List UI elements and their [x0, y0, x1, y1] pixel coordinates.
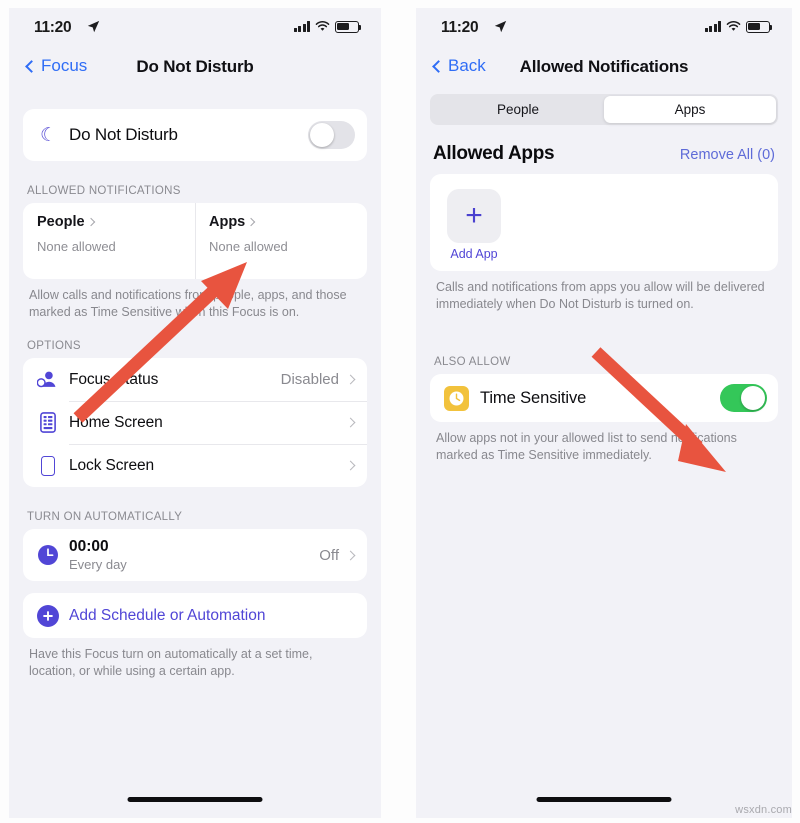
- status-time: 11:20: [441, 19, 479, 36]
- status-indicators: [293, 21, 362, 33]
- people-cell-subtitle: None allowed: [37, 239, 116, 254]
- lock-screen-icon: [37, 455, 59, 477]
- cellular-bars-icon: [293, 21, 310, 33]
- location-arrow-icon: [87, 20, 100, 38]
- add-app-label: Add App: [450, 247, 498, 261]
- left-nav-bar: Focus Do Not Disturb: [9, 48, 381, 92]
- turn-on-automatically-footnote: Have this Focus turn on automatically at…: [29, 647, 313, 678]
- allowed-apps-header: Allowed Apps Remove All (0): [416, 125, 792, 174]
- status-indicators: [704, 21, 773, 33]
- lock-screen-label: Lock Screen: [69, 456, 155, 474]
- apps-cell-subtitle: None allowed: [209, 239, 288, 254]
- time-sensitive-row[interactable]: Time Sensitive: [430, 374, 778, 422]
- add-schedule-card: Add Schedule or Automation: [23, 593, 367, 638]
- dnd-toggle-card: ☾ Do Not Disturb: [23, 109, 367, 161]
- focus-status-person-icon: [37, 369, 59, 391]
- also-allow-card: Time Sensitive: [430, 374, 778, 422]
- also-allow-footnote: Allow apps not in your allowed list to s…: [436, 431, 737, 462]
- status-time: 11:20: [34, 19, 72, 36]
- page-title: Do Not Disturb: [136, 57, 254, 76]
- home-screen-row[interactable]: Home Screen: [23, 401, 367, 444]
- focus-status-value: Disabled: [280, 371, 339, 388]
- chevron-right-icon: [345, 417, 356, 428]
- battery-icon: [335, 21, 362, 33]
- lock-screen-row[interactable]: Lock Screen: [23, 444, 367, 487]
- plus-circle-icon: [37, 604, 59, 627]
- do-not-disturb-row[interactable]: ☾ Do Not Disturb: [23, 109, 367, 161]
- chevron-right-icon: [345, 374, 356, 385]
- people-cell-title: People: [37, 214, 85, 230]
- segment-people[interactable]: People: [432, 96, 604, 123]
- chevron-right-icon: [345, 460, 356, 471]
- focus-status-row[interactable]: Focus Status Disabled: [23, 358, 367, 401]
- do-not-disturb-label: Do Not Disturb: [69, 125, 178, 144]
- also-allow-header: ALSO ALLOW: [434, 356, 511, 368]
- allowed-apps-title: Allowed Apps: [433, 143, 555, 164]
- wifi-icon: [726, 21, 741, 31]
- options-header: OPTIONS: [27, 340, 81, 352]
- allowed-notifications-card: People None allowed Apps None allowed: [23, 203, 367, 279]
- battery-icon: [746, 21, 773, 33]
- clock-icon: [37, 544, 59, 566]
- schedule-card: 00:00 Every day Off: [23, 529, 367, 581]
- screenshot-canvas: 11:20 Focus Do Not Disturb ☾ Do Not Dist…: [0, 0, 800, 823]
- right-status-bar: 11:20: [416, 8, 792, 48]
- add-app-card: + Add App: [430, 174, 778, 271]
- moon-icon: ☾: [40, 124, 58, 146]
- home-screen-icon: [37, 412, 59, 434]
- left-phone-screen: 11:20 Focus Do Not Disturb ☾ Do Not Dist…: [9, 8, 381, 818]
- options-card: Focus Status Disabled Home Screen Lock S…: [23, 358, 367, 487]
- location-arrow-icon: [494, 20, 507, 38]
- turn-on-automatically-header: TURN ON AUTOMATICALLY: [27, 511, 183, 523]
- allowed-notifications-footnote: Allow calls and notifications from peopl…: [29, 288, 347, 319]
- watermark: wsxdn.com: [735, 804, 792, 816]
- time-sensitive-label: Time Sensitive: [480, 388, 587, 407]
- chevron-right-icon: [247, 217, 256, 227]
- schedule-value: Off: [319, 546, 339, 564]
- apps-cell-title: Apps: [209, 214, 246, 230]
- do-not-disturb-toggle[interactable]: [308, 121, 355, 149]
- left-status-bar: 11:20: [9, 8, 381, 48]
- remove-all-button[interactable]: Remove All (0): [680, 147, 775, 163]
- plus-icon: +: [447, 189, 501, 243]
- people-apps-segmented-control[interactable]: People Apps: [430, 94, 778, 125]
- time-sensitive-toggle[interactable]: [720, 384, 767, 412]
- schedule-time: 00:00: [69, 538, 109, 555]
- apps-cell[interactable]: Apps None allowed: [195, 203, 367, 279]
- add-schedule-label: Add Schedule or Automation: [69, 606, 266, 624]
- schedule-repeat: Every day: [69, 557, 127, 572]
- allowed-notifications-header: ALLOWED NOTIFICATIONS: [27, 185, 181, 197]
- right-phone-screen: 11:20 Back Allowed Notifications People …: [416, 8, 792, 818]
- wifi-icon: [315, 21, 330, 31]
- right-nav-bar: Back Allowed Notifications: [416, 48, 792, 92]
- schedule-row[interactable]: 00:00 Every day Off: [23, 529, 367, 581]
- home-indicator: [127, 797, 263, 802]
- home-screen-label: Home Screen: [69, 413, 163, 431]
- segment-apps[interactable]: Apps: [604, 96, 776, 123]
- page-title: Allowed Notifications: [519, 57, 689, 76]
- chevron-right-icon: [345, 550, 356, 560]
- add-schedule-row[interactable]: Add Schedule or Automation: [23, 593, 367, 638]
- allowed-apps-footnote: Calls and notifications from apps you al…: [436, 280, 765, 311]
- home-indicator: [536, 797, 672, 802]
- cellular-bars-icon: [704, 21, 721, 33]
- add-app-button[interactable]: + Add App: [447, 189, 501, 261]
- chevron-right-icon: [86, 217, 95, 227]
- focus-status-label: Focus Status: [69, 370, 159, 388]
- people-cell[interactable]: People None allowed: [23, 203, 195, 279]
- time-sensitive-clock-icon: [444, 385, 469, 411]
